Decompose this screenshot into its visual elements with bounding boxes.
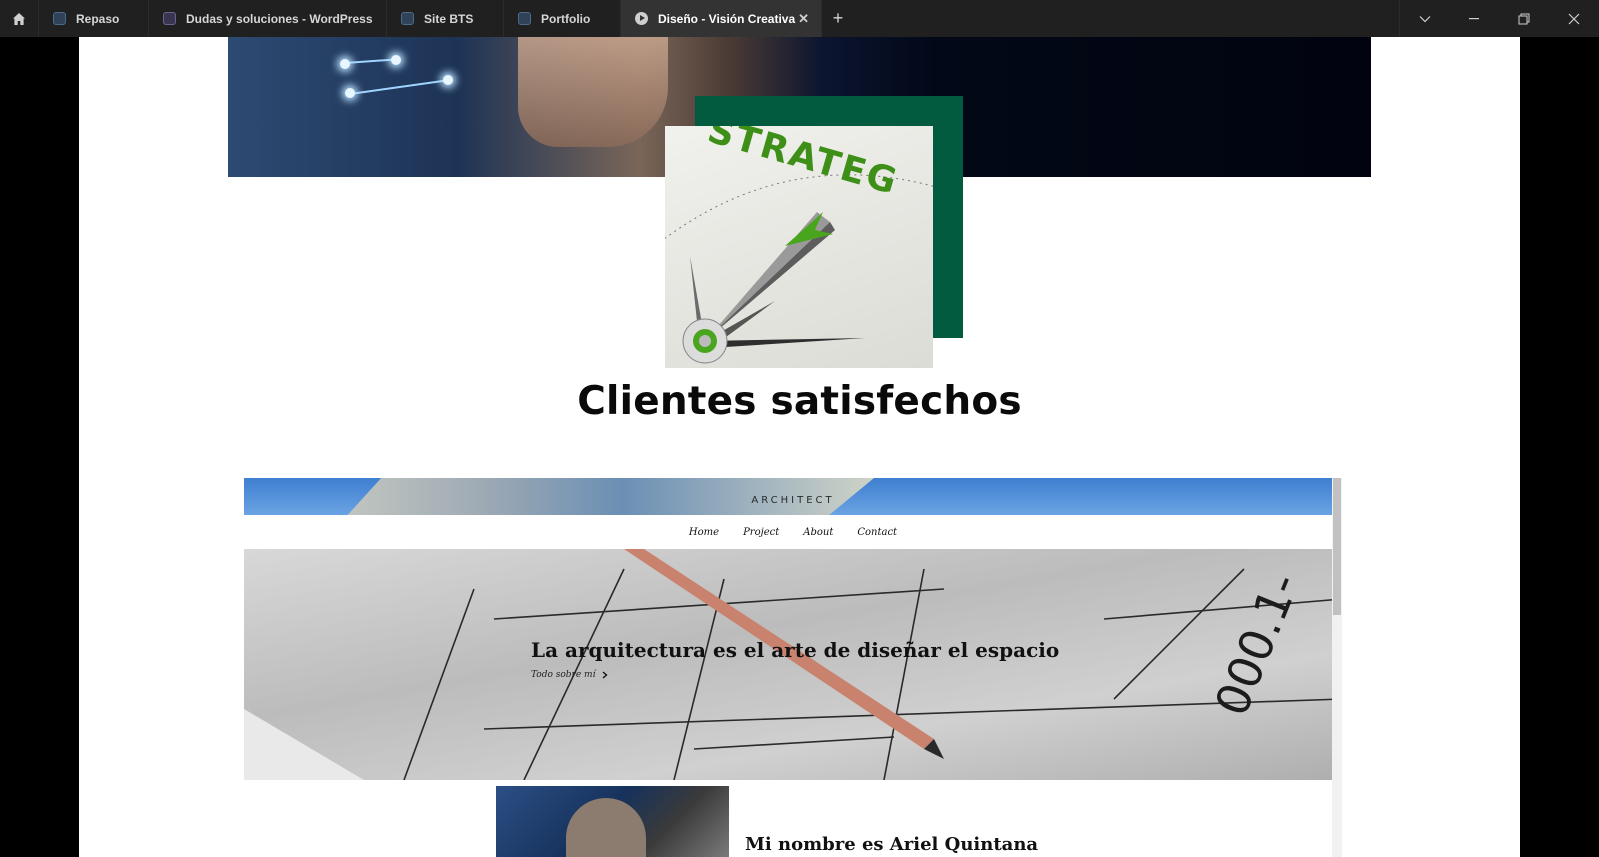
close-tab-icon[interactable]: ✕	[798, 11, 809, 27]
glow-dot	[340, 59, 350, 69]
close-icon	[1568, 13, 1580, 24]
preview-profile-photo	[496, 786, 729, 857]
play-icon	[635, 12, 648, 25]
preview-nav-about[interactable]: About	[803, 527, 833, 538]
preview-about-title: Mi nombre es Ariel Quintana	[745, 834, 1039, 855]
preview-brand-logo: ARCHITECT	[751, 495, 835, 506]
tab-favicon-icon	[401, 12, 414, 25]
chevron-right-icon	[602, 670, 608, 679]
restore-icon	[1518, 13, 1530, 24]
preview-blueprint-hero: 000.1- La arquitectura es el arte de dis…	[244, 549, 1342, 780]
preview-nav-project[interactable]: Project	[743, 527, 779, 538]
tab-favicon-icon	[53, 12, 66, 25]
hand-shape	[518, 37, 668, 147]
preview-nav: Home Project About Contact	[244, 515, 1342, 549]
minimize-button[interactable]	[1449, 0, 1499, 37]
blueprint-drawing: 000.1-	[244, 549, 1342, 780]
tab-repaso[interactable]: Repaso	[39, 0, 149, 37]
glow-line	[344, 58, 397, 64]
tab-label: Portfolio	[541, 11, 591, 26]
tab-site-bts[interactable]: Site BTS	[387, 0, 504, 37]
portrait-shape	[566, 798, 646, 857]
client-site-preview[interactable]: ARCHITECT Home Project About Contact 000…	[244, 478, 1342, 857]
section-heading: Clientes satisfechos	[577, 379, 1022, 424]
glow-dot	[345, 88, 355, 98]
preview-nav-contact[interactable]: Contact	[857, 527, 897, 538]
preview-hero-link-label: Todo sobre mí	[531, 670, 596, 680]
preview-hero-title: La arquitectura es el arte de diseñar el…	[531, 638, 1060, 662]
tab-diseno-vision-creativa[interactable]: Diseño - Visión Creativa ✕	[621, 0, 822, 37]
glow-dot	[391, 55, 401, 65]
blueprint-number: 000.1-	[1204, 565, 1310, 723]
preview-scrollbar-thumb[interactable]	[1333, 478, 1341, 615]
browser-tab-bar: Repaso Dudas y soluciones - WordPress Si…	[0, 0, 1599, 37]
preview-building-banner: ARCHITECT	[244, 478, 1342, 515]
home-button[interactable]	[0, 0, 39, 37]
preview-nav-home[interactable]: Home	[689, 527, 719, 538]
home-icon	[13, 12, 25, 25]
preview-hero-link[interactable]: Todo sobre mí	[531, 670, 609, 680]
web-page: STRATEG Clientes satisfechos ARCHITECT H…	[79, 37, 1520, 857]
glow-line	[349, 79, 450, 95]
tab-label: Repaso	[76, 11, 120, 26]
close-window-button[interactable]	[1549, 0, 1599, 37]
chevron-down-icon	[1419, 15, 1430, 22]
minimize-icon	[1469, 17, 1479, 19]
tab-list-button[interactable]	[1399, 0, 1449, 37]
glow-dot	[443, 75, 453, 85]
window-controls	[1399, 0, 1599, 37]
tab-label: Dudas y soluciones - WordPress	[186, 11, 373, 26]
tab-dudas-wordpress[interactable]: Dudas y soluciones - WordPress	[149, 0, 387, 37]
new-tab-button[interactable]: +	[822, 0, 854, 37]
tab-favicon-icon	[518, 12, 531, 25]
restore-button[interactable]	[1499, 0, 1549, 37]
strategy-compass-image: STRATEG	[665, 126, 933, 368]
tab-label: Diseño - Visión Creativa	[658, 11, 796, 26]
tab-label: Site BTS	[424, 11, 474, 26]
tab-favicon-icon	[163, 12, 176, 25]
tab-portfolio[interactable]: Portfolio	[504, 0, 621, 37]
